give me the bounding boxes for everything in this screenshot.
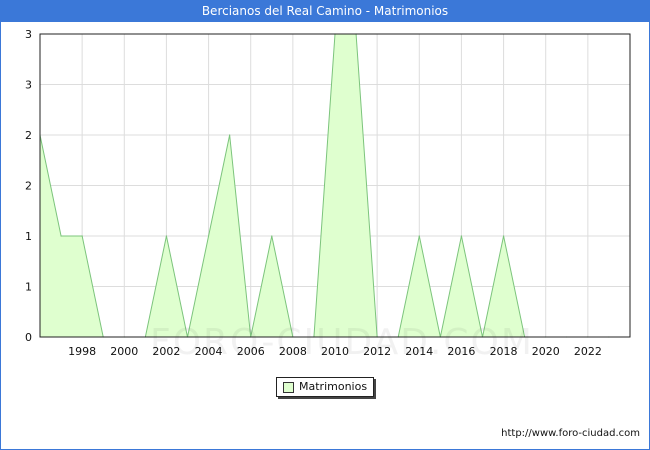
legend-swatch [283,382,294,393]
watermark-text: FORO-CIUDAD.COM [150,322,534,363]
x-tick-label: 2020 [532,345,560,358]
footer-url[interactable]: http://www.foro-ciudad.com [501,428,640,439]
y-tick-labels: 0 1 1 2 2 3 3 [25,28,32,344]
data-point [165,235,168,237]
y-tick-label: 2 [25,129,32,142]
y-tick-label: 3 [25,28,32,41]
y-tick-label: 1 [25,230,32,243]
data-point [81,235,83,237]
y-tick-label: 0 [25,331,32,344]
y-tick-label: 2 [25,180,32,193]
x-tick-label: 2000 [110,345,138,358]
data-point [418,235,420,237]
y-tick-label: 3 [25,79,32,92]
x-tick-label: 2022 [574,345,602,358]
x-tick-label: 1998 [68,345,96,358]
data-point [60,235,62,237]
data-point [502,235,505,237]
data-point [229,134,231,136]
y-tick-label: 1 [25,281,32,294]
legend-label: Matrimonios [299,380,368,393]
data-point [207,235,210,237]
data-point [271,235,273,237]
legend: Matrimonios [276,377,374,397]
data-point [460,235,463,237]
